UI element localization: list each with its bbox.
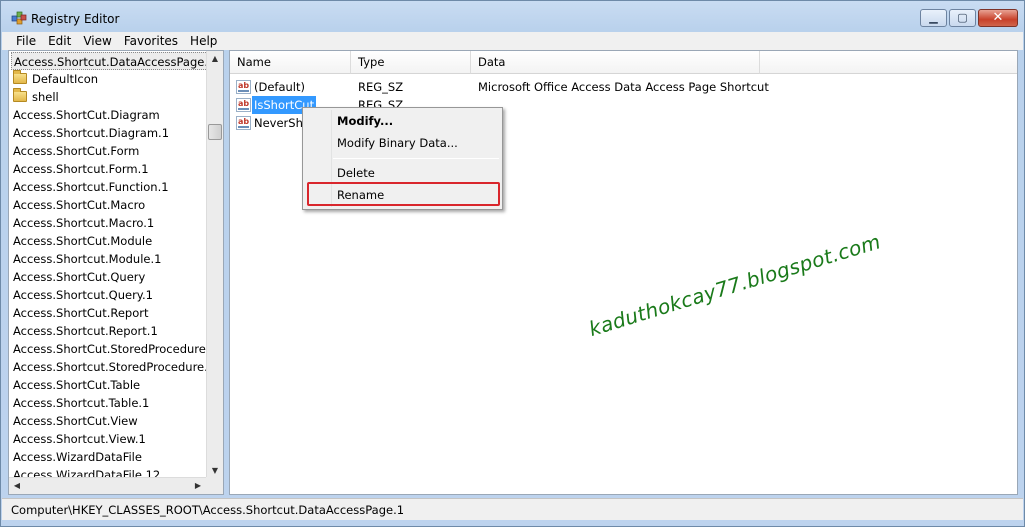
folder-icon	[13, 88, 27, 102]
tree-item-label: Access.Shortcut.View.1	[13, 432, 146, 446]
tree-item-label: Access.Shortcut.Module.1	[13, 252, 162, 266]
folder-icon	[13, 70, 27, 84]
rename-highlight-box	[307, 182, 500, 206]
tree-item-label: Access.ShortCut.Module	[13, 234, 153, 248]
column-header-data[interactable]: Data	[471, 51, 760, 74]
scroll-up-icon[interactable]: ▲	[207, 51, 223, 67]
menu-item-modify[interactable]: Modify...	[305, 110, 500, 132]
string-value-icon: ab	[236, 116, 251, 130]
tree-item[interactable]: Access.ShortCut.Report	[13, 304, 149, 322]
tree-item-label: Access.Shortcut.Macro.1	[13, 216, 155, 230]
tree-item-label: Access.Shortcut.StoredProcedure.1	[13, 360, 216, 374]
tree-item-label: Access.Shortcut.DataAccessPage.1	[14, 55, 216, 69]
tree-item-label: DefaultIcon	[32, 72, 99, 86]
window-title: Registry Editor	[31, 12, 120, 26]
tree-item[interactable]: Access.ShortCut.Form	[13, 142, 139, 160]
tree-item[interactable]: DefaultIcon	[13, 70, 98, 88]
tree-item-label: Access.Shortcut.Query.1	[13, 288, 153, 302]
value-data: Microsoft Office Access Data Access Page…	[478, 80, 769, 94]
tree-item-label: Access.WizardDataFile	[13, 450, 142, 464]
value-name: (Default)	[254, 80, 305, 94]
tree-item-label: Access.ShortCut.Query	[13, 270, 146, 284]
string-value-icon: ab	[236, 80, 251, 94]
key-tree-pane[interactable]: Access.Shortcut.DataAccessPage.1 DefaultI…	[8, 50, 224, 495]
tree-item[interactable]: Access.ShortCut.Macro	[13, 196, 145, 214]
column-header-filler	[760, 51, 1017, 74]
tree-horizontal-scrollbar[interactable]: ◀ ▶	[9, 477, 223, 494]
tree-item-selected[interactable]: Access.Shortcut.DataAccessPage.1	[11, 52, 217, 70]
string-value-icon: ab	[236, 98, 251, 112]
minimize-button[interactable]: ▁	[920, 9, 947, 27]
maximize-button[interactable]: ▢	[949, 9, 976, 27]
menu-help[interactable]: Help	[184, 32, 223, 50]
scroll-right-icon[interactable]: ▶	[190, 478, 206, 494]
tree-item[interactable]: Access.ShortCut.Module	[13, 232, 152, 250]
menu-file[interactable]: File	[10, 32, 42, 50]
tree-item-label: Access.ShortCut.Macro	[13, 198, 146, 212]
menu-item-modify-binary[interactable]: Modify Binary Data...	[305, 132, 500, 154]
tree-scroll-thumb[interactable]	[208, 124, 222, 140]
tree-item-label: Access.ShortCut.Diagram	[13, 108, 160, 122]
menu-favorites[interactable]: Favorites	[118, 32, 184, 50]
tree-item[interactable]: Access.ShortCut.Query	[13, 268, 145, 286]
minimize-icon: ▁	[929, 11, 938, 24]
tree-item-label: Access.ShortCut.StoredProcedure	[13, 342, 206, 356]
window-controls: ▁ ▢ ✕	[920, 9, 1018, 27]
close-button[interactable]: ✕	[978, 9, 1018, 27]
registry-editor-icon	[11, 11, 27, 25]
tree-item-label: Access.ShortCut.View	[13, 414, 138, 428]
menu-view[interactable]: View	[77, 32, 117, 50]
context-menu: Modify... Modify Binary Data... Delete R…	[302, 107, 503, 210]
tree-item[interactable]: Access.Shortcut.Diagram.1	[13, 124, 169, 142]
title-bar[interactable]: Registry Editor ▁ ▢ ✕	[1, 1, 1024, 33]
tree-item[interactable]: Access.Shortcut.Macro.1	[13, 214, 154, 232]
value-row[interactable]: ab (Default) REG_SZ Microsoft Office Access…	[230, 78, 1017, 96]
menu-item-delete[interactable]: Delete	[305, 162, 500, 184]
status-bar: Computer\HKEY_CLASSES_ROOT\Access.Shortc…	[2, 498, 1023, 520]
tree-item-label: Access.Shortcut.Report.1	[13, 324, 158, 338]
tree-item[interactable]: Access.ShortCut.Diagram	[13, 106, 160, 124]
tree-item-label: Access.ShortCut.Report	[13, 306, 149, 320]
menu-edit[interactable]: Edit	[42, 32, 77, 50]
tree-item-label: Access.ShortCut.Table	[13, 378, 141, 392]
registry-editor-window: Registry Editor ▁ ▢ ✕ File Edit View Fav…	[0, 0, 1025, 527]
tree-item-label: Access.Shortcut.Function.1	[13, 180, 169, 194]
tree-item-label: shell	[32, 90, 59, 104]
close-icon: ✕	[992, 10, 1004, 25]
tree-item[interactable]: Access.ShortCut.View	[13, 412, 138, 430]
tree-item[interactable]: Access.ShortCut.Table	[13, 376, 140, 394]
tree-item[interactable]: Access.Shortcut.Table.1	[13, 394, 149, 412]
tree-vertical-scrollbar[interactable]: ▲ ▼	[206, 51, 223, 479]
tree-item[interactable]: shell	[13, 88, 59, 106]
tree-item[interactable]: Access.Shortcut.Function.1	[13, 178, 169, 196]
tree-item[interactable]: Access.Shortcut.StoredProcedure.1	[13, 358, 215, 376]
tree-item-label: Access.ShortCut.Form	[13, 144, 140, 158]
column-header-name[interactable]: Name	[230, 51, 351, 74]
tree-item[interactable]: Access.Shortcut.Report.1	[13, 322, 158, 340]
tree-item[interactable]: Access.Shortcut.Module.1	[13, 250, 161, 268]
tree-item[interactable]: Access.ShortCut.StoredProcedure	[13, 340, 206, 358]
tree-item[interactable]: Access.Shortcut.View.1	[13, 430, 146, 448]
value-type: REG_SZ	[358, 80, 404, 94]
tree-item-label: Access.Shortcut.Table.1	[13, 396, 150, 410]
scrollbar-corner	[206, 477, 223, 494]
tree-item-label: Access.Shortcut.Form.1	[13, 162, 149, 176]
tree-item[interactable]: Access.Shortcut.Form.1	[13, 160, 149, 178]
column-header-type[interactable]: Type	[351, 51, 471, 74]
tree-item[interactable]: Access.WizardDataFile	[13, 448, 142, 466]
context-menu-separator	[333, 158, 499, 159]
menu-bar: File Edit View Favorites Help	[2, 32, 1023, 50]
tree-item-label: Access.Shortcut.Diagram.1	[13, 126, 170, 140]
tree-item[interactable]: Access.Shortcut.Query.1	[13, 286, 153, 304]
scroll-left-icon[interactable]: ◀	[9, 478, 25, 494]
maximize-icon: ▢	[957, 11, 968, 24]
